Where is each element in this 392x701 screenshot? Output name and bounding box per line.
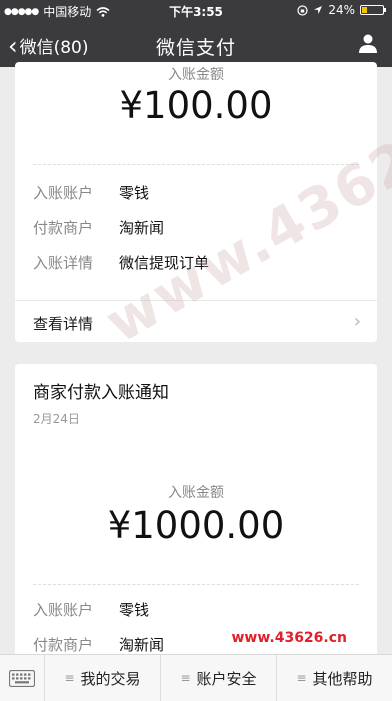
keyboard-toggle-button[interactable]: [0, 655, 45, 701]
menu-icon: ≡: [296, 671, 307, 685]
menu-icon: ≡: [180, 671, 191, 685]
view-details-label: 查看详情: [33, 315, 94, 333]
tab-my-transactions[interactable]: ≡ 我的交易: [45, 655, 161, 701]
amount-label: 入账金额: [168, 485, 224, 501]
page-title: 微信支付: [155, 37, 236, 59]
info-row: 付款商户 淘新闻: [33, 636, 165, 654]
bottom-menu-bar: ≡ 我的交易 ≡ 账户安全 ≡ 其他帮助: [0, 654, 392, 701]
rotation-lock-icon: [297, 4, 308, 16]
dashed-divider: [33, 584, 359, 585]
battery-icon: [360, 5, 386, 15]
notice-title: 商家付款入账通知: [33, 383, 169, 403]
battery-percent: 24%: [328, 3, 355, 17]
amount-value: ¥100.00: [119, 84, 273, 127]
chevron-right-icon: ›: [353, 311, 361, 332]
keyboard-icon: [9, 670, 35, 687]
payment-card-2: 商家付款入账通知 2月24日 入账金额 ¥1000.00 入账账户 零钱 付款商户…: [15, 364, 377, 664]
info-row: 付款商户 淘新闻: [33, 219, 165, 237]
watermark-corner: www.43626.cn: [231, 630, 347, 646]
tab-other-help[interactable]: ≡ 其他帮助: [277, 655, 392, 701]
status-bar: ●●●●● 中国移动 下午3:55 24%: [0, 0, 392, 22]
menu-icon: ≡: [64, 671, 75, 685]
person-icon[interactable]: [357, 32, 379, 54]
top-bar: ●●●●● 中国移动 下午3:55 24% ‹ 微信(80) 微信支付: [0, 0, 392, 67]
dashed-divider: [33, 164, 359, 165]
amount-label: 入账金额: [168, 67, 224, 83]
info-row: 入账账户 零钱: [33, 601, 150, 619]
notice-date: 2月24日: [33, 412, 80, 426]
tab-account-security[interactable]: ≡ 账户安全: [161, 655, 277, 701]
navigation-bar: ‹ 微信(80) 微信支付: [0, 24, 392, 67]
info-row: 入账账户 零钱: [33, 184, 150, 202]
location-icon: [314, 6, 323, 14]
amount-value: ¥1000.00: [107, 504, 285, 547]
